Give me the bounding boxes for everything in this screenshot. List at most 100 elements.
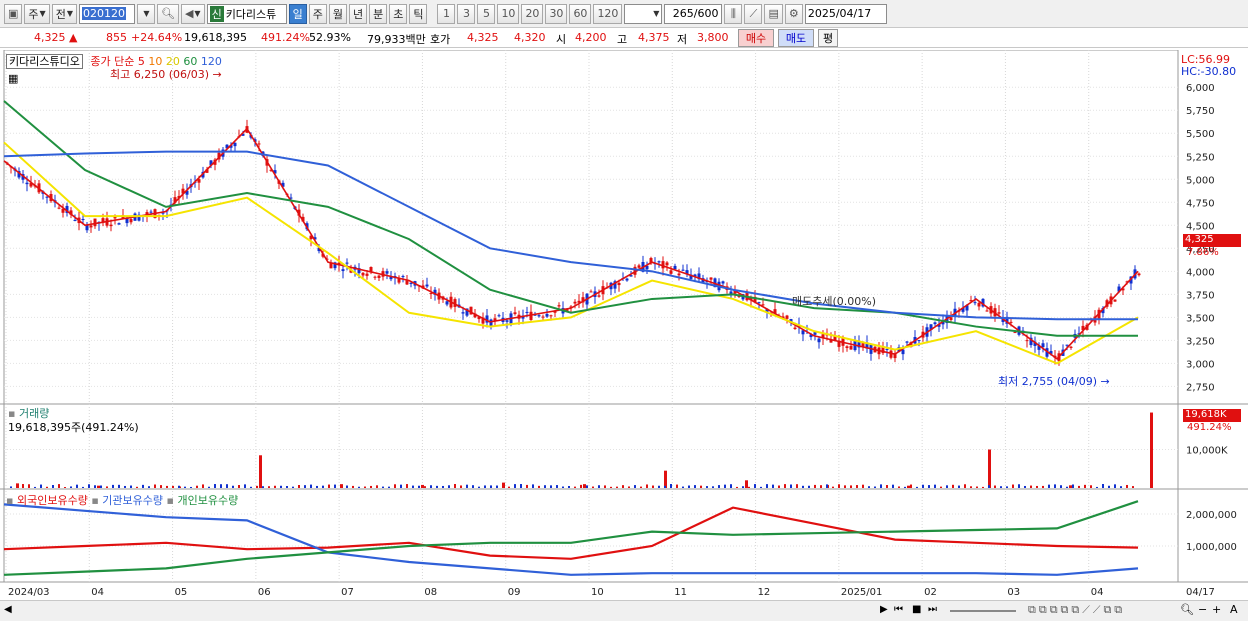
volume-bar	[238, 485, 240, 488]
volume-bar	[322, 485, 324, 488]
volume-bar	[418, 485, 420, 488]
interval-60[interactable]: 60	[569, 3, 592, 24]
x-axis-label: 12	[758, 587, 771, 598]
interval-5[interactable]: 5	[477, 3, 496, 24]
tab-year[interactable]: 년	[348, 3, 368, 24]
stop-icon[interactable]: ■	[912, 604, 921, 615]
custom-interval-select[interactable]: ▼	[624, 3, 663, 24]
volume-bar	[676, 484, 678, 488]
price-tick-label: 5,750	[1186, 106, 1215, 117]
zoom-in-icon[interactable]: +	[1212, 603, 1221, 616]
scroll-right-icon[interactable]: ▶	[880, 604, 888, 615]
volume-bar	[244, 484, 246, 488]
text-size-icon[interactable]: A	[1230, 603, 1238, 616]
volume-bar	[364, 486, 366, 488]
candle-body	[625, 278, 629, 281]
volume-bar	[790, 484, 792, 488]
candle-body	[1113, 299, 1117, 302]
volume-bar	[58, 484, 60, 488]
candle-body	[597, 295, 601, 297]
period-select[interactable]: 주 ▼	[24, 3, 50, 24]
stock-code-input[interactable]: 020120	[78, 3, 135, 24]
volume-tick-label: 10,000K	[1186, 446, 1228, 457]
volume-bar	[766, 484, 768, 488]
candle-body	[761, 304, 765, 306]
candle-body	[1013, 332, 1017, 334]
tab-week[interactable]: 주	[308, 3, 327, 24]
first-page-icon[interactable]: ⏮	[894, 604, 903, 615]
zoom-slider[interactable]	[950, 610, 1016, 612]
tab-tick[interactable]: 틱	[409, 3, 428, 24]
volume-bar	[772, 484, 774, 488]
volume-bar	[1120, 486, 1122, 488]
candle-type-button[interactable]: ⫼	[724, 3, 743, 24]
volume-bar	[400, 484, 402, 488]
tab-minute[interactable]: 분	[369, 3, 388, 24]
volume-bar	[100, 485, 102, 488]
stock-chart[interactable]: 2024/03 04 05 06 07 08 09 10 11 12 2025/01 02 03 04 04…	[0, 50, 1248, 601]
scroll-left-icon[interactable]: ◀	[4, 604, 12, 615]
buy-button[interactable]: 매수	[738, 29, 774, 47]
candle-body	[525, 311, 529, 313]
search-button[interactable]: 🔍︎	[156, 3, 179, 24]
x-axis-right-label: 04/17	[1186, 587, 1215, 598]
speaker-icon: ◀	[184, 7, 194, 20]
interval-1[interactable]: 1	[437, 3, 456, 24]
volume-bar	[10, 486, 12, 488]
volume-bar	[970, 486, 972, 488]
code-dropdown-button[interactable]: ▼	[136, 3, 155, 24]
volume-bar	[226, 484, 228, 488]
holder-tick-label: 2,000,000	[1186, 510, 1237, 521]
volume-bar	[910, 484, 912, 488]
zoom-out-icon[interactable]: −	[1198, 603, 1207, 616]
last-page-icon[interactable]: ⏭	[928, 604, 937, 615]
price-tick-label: 4,750	[1186, 198, 1215, 209]
draw-tool-button[interactable]: ⟋	[744, 3, 763, 24]
ma20-line	[3, 141, 1139, 365]
candle-body	[385, 271, 389, 274]
interval-3[interactable]: 3	[457, 3, 476, 24]
interval-30[interactable]: 30	[545, 3, 568, 24]
volume-bar	[652, 485, 654, 488]
date-input[interactable]: 2025/04/17	[804, 3, 887, 24]
stock-name-box[interactable]: 신 키다리스튜	[206, 3, 287, 24]
volume-bar	[97, 485, 100, 488]
volume-bar	[940, 486, 942, 488]
high-price: 4,375	[638, 31, 670, 44]
data-count-input[interactable]: 265/600	[664, 3, 723, 24]
volume-bar	[592, 486, 594, 488]
chart-layout-icon[interactable]: ▣	[4, 3, 23, 24]
zoom-search-icon[interactable]: 🔍︎	[1180, 603, 1194, 616]
volume-bar	[718, 485, 720, 488]
volume-bar	[580, 484, 582, 488]
candle-body	[681, 269, 685, 271]
volume-bar	[184, 486, 186, 488]
volume-bar	[370, 485, 372, 488]
interval-10[interactable]: 10	[497, 3, 520, 24]
volume-bar	[1006, 486, 1008, 488]
eval-button[interactable]: 평	[818, 29, 838, 47]
volume-bar	[532, 484, 534, 488]
volume-bar	[196, 485, 198, 488]
volume-bar	[907, 485, 910, 488]
interval-120[interactable]: 120	[593, 3, 623, 24]
candle-body	[425, 284, 429, 287]
tab-month[interactable]: 월	[328, 3, 347, 24]
tab-day[interactable]: 일	[288, 3, 307, 24]
settings-button[interactable]: ⚙	[784, 3, 803, 24]
volume-bar	[850, 485, 852, 488]
volume-bar	[598, 485, 600, 488]
view-tools[interactable]: ⧉⧉⧉⧉⧉⟋⟋⧉⧉	[1028, 603, 1125, 617]
sell-button[interactable]: 매도	[778, 29, 814, 47]
tab-second[interactable]: 초	[389, 3, 408, 24]
speaker-button[interactable]: ◀ ▼	[180, 3, 205, 24]
save-button[interactable]: ▤	[764, 3, 783, 24]
volume-bar	[1090, 485, 1092, 488]
x-axis-label: 07	[341, 587, 354, 598]
market-select[interactable]: 전 ▼	[51, 3, 77, 24]
interval-20[interactable]: 20	[521, 3, 544, 24]
candle-body	[817, 338, 821, 343]
volume-bar	[1030, 485, 1032, 488]
candle-body	[721, 281, 725, 284]
indicator-toggle[interactable]: ▦	[8, 72, 18, 85]
